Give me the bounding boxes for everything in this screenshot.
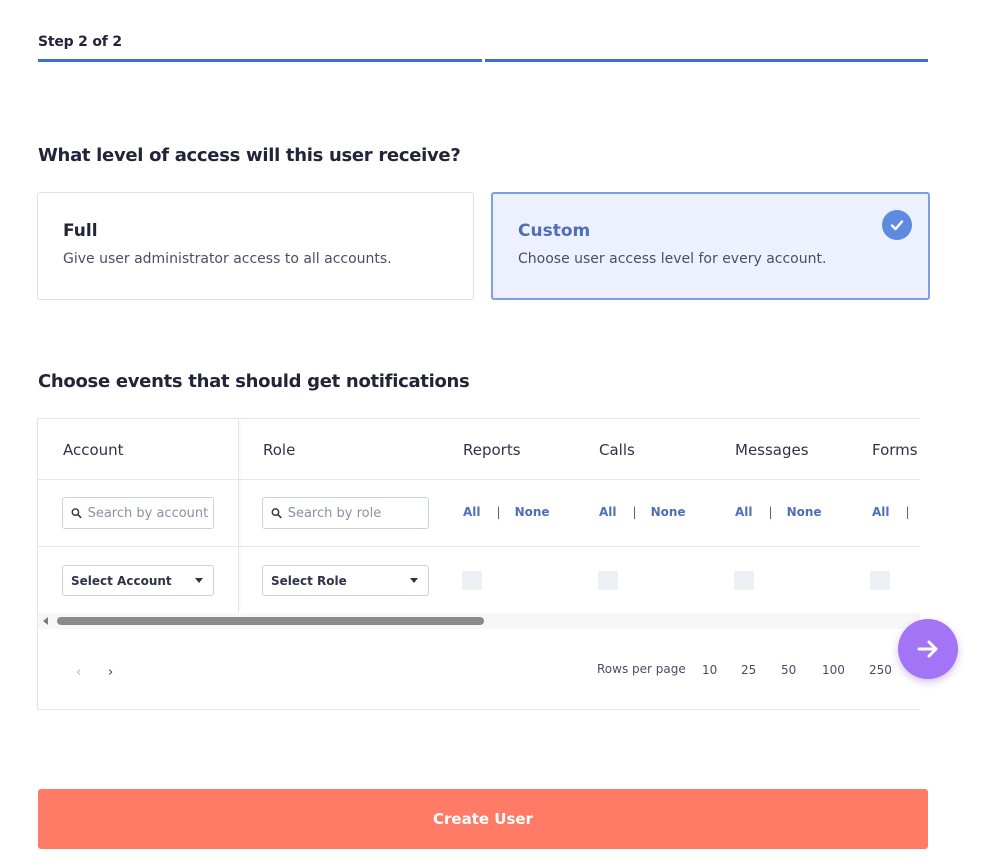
next-page-button[interactable]: ›: [108, 665, 113, 680]
column-header-reports: Reports: [463, 441, 521, 459]
select-role-value: Select Role: [271, 573, 347, 588]
column-header-forms: Forms: [872, 441, 918, 459]
select-account-value: Select Account: [71, 573, 172, 588]
forms-select-all-none: All | None: [872, 505, 910, 519]
calls-checkbox[interactable]: [598, 571, 618, 590]
forms-checkbox[interactable]: [870, 571, 890, 590]
create-user-button[interactable]: Create User: [38, 789, 928, 849]
scroll-left-arrow-icon[interactable]: [43, 617, 48, 625]
messages-select-all[interactable]: All: [735, 505, 753, 519]
select-role-dropdown[interactable]: Select Role: [262, 565, 429, 596]
table-row-divider: [38, 479, 920, 480]
rows-per-page-option[interactable]: 100: [822, 663, 845, 677]
frozen-column-divider: [238, 419, 239, 613]
column-header-messages: Messages: [735, 441, 809, 459]
scroll-right-button[interactable]: [898, 619, 958, 679]
messages-select-all-none: All | None: [735, 505, 822, 519]
step-progress-bar-2: [485, 59, 928, 62]
table-row-divider: [38, 546, 920, 547]
checkmark-icon: [882, 210, 912, 240]
reports-select-all-none: All | None: [463, 505, 550, 519]
column-header-account: Account: [63, 441, 124, 459]
caret-down-icon: [410, 578, 418, 583]
column-header-calls: Calls: [599, 441, 635, 459]
access-option-full[interactable]: Full Give user administrator access to a…: [37, 192, 474, 300]
step-progress-bar-1: [38, 59, 482, 62]
access-option-custom[interactable]: Custom Choose user access level for ever…: [491, 192, 930, 300]
account-search-input[interactable]: [87, 505, 213, 521]
messages-select-none[interactable]: None: [787, 505, 822, 519]
role-search-input[interactable]: [287, 505, 428, 521]
access-option-title: Custom: [518, 221, 591, 241]
access-level-heading: What level of access will this user rece…: [38, 145, 461, 166]
step-indicator: Step 2 of 2: [38, 34, 122, 50]
notifications-table: Account Role Reports Calls Messages Form…: [37, 418, 920, 710]
caret-down-icon: [195, 578, 203, 583]
notifications-heading: Choose events that should get notificati…: [38, 371, 470, 392]
horizontal-scrollbar[interactable]: [38, 613, 920, 629]
calls-select-all-none: All | None: [599, 505, 686, 519]
rows-per-page-option[interactable]: 50: [781, 663, 796, 677]
reports-select-all[interactable]: All: [463, 505, 481, 519]
rows-per-page-label: Rows per page: [597, 662, 686, 676]
rows-per-page-option[interactable]: 25: [741, 663, 756, 677]
scrollbar-thumb[interactable]: [57, 617, 484, 625]
rows-per-page-option[interactable]: 250: [869, 663, 892, 677]
access-option-description: Choose user access level for every accou…: [518, 251, 827, 267]
search-icon: [71, 508, 82, 519]
reports-select-none[interactable]: None: [515, 505, 550, 519]
reports-checkbox[interactable]: [462, 571, 482, 590]
previous-page-button[interactable]: ‹: [76, 665, 81, 680]
arrow-right-icon: [917, 640, 938, 658]
role-search-field[interactable]: [262, 497, 429, 529]
rows-per-page-option[interactable]: 10: [702, 663, 717, 677]
select-account-dropdown[interactable]: Select Account: [62, 565, 214, 596]
access-option-title: Full: [63, 221, 98, 241]
calls-select-none[interactable]: None: [651, 505, 686, 519]
messages-checkbox[interactable]: [734, 571, 754, 590]
access-option-description: Give user administrator access to all ac…: [63, 251, 392, 267]
column-header-role: Role: [263, 441, 296, 459]
calls-select-all[interactable]: All: [599, 505, 617, 519]
search-icon: [271, 508, 282, 519]
account-search-field[interactable]: [62, 497, 214, 529]
forms-select-all[interactable]: All: [872, 505, 890, 519]
